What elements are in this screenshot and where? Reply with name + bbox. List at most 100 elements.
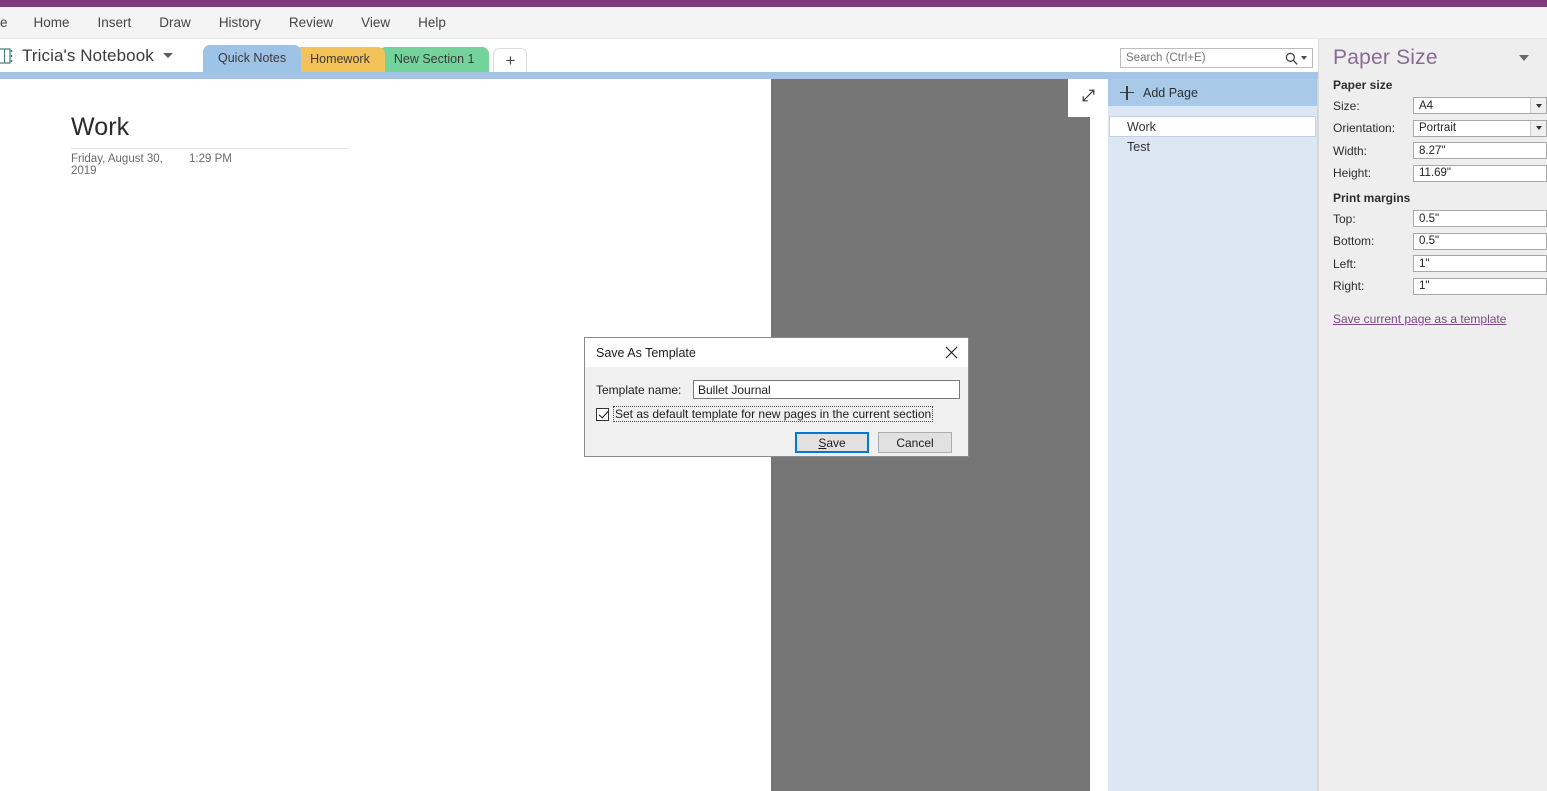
section-color-strip — [0, 72, 1547, 79]
page-list-item[interactable]: Test — [1109, 137, 1316, 158]
page-title[interactable]: Work — [71, 113, 349, 142]
menu-history[interactable]: History — [205, 7, 275, 38]
notebook-title: Tricia's Notebook — [22, 45, 154, 65]
dialog-titlebar: Save As Template — [585, 338, 968, 367]
notebook-selector[interactable]: Tricia's Notebook — [0, 39, 173, 72]
add-section-button[interactable]: + — [493, 48, 528, 72]
plus-icon — [1120, 85, 1134, 100]
orientation-select-chevron-down-icon[interactable] — [1530, 120, 1546, 136]
margin-right-field-value: 1" — [1419, 280, 1430, 292]
tab-label: Quick Notes — [218, 51, 287, 65]
add-page-label: Add Page — [1143, 85, 1198, 100]
menu-draw[interactable]: Draw — [145, 7, 205, 38]
margin-top-field[interactable]: 0.5" — [1413, 210, 1547, 227]
add-page-button[interactable]: Add Page — [1108, 79, 1317, 106]
margin-left-field-row: Left: 1" — [1319, 255, 1547, 272]
height-field-label: Height: — [1333, 166, 1372, 180]
paper-size-select-value: A4 — [1419, 99, 1434, 112]
orientation-select-label: Orientation: — [1333, 121, 1396, 135]
default-template-label[interactable]: Set as default template for new pages in… — [612, 406, 934, 422]
chevron-down-icon[interactable] — [1519, 55, 1529, 61]
section-tab-row: Tricia's Notebook Quick Notes Homework New… — [0, 39, 1547, 72]
page-list: Work Test — [1108, 106, 1317, 158]
margin-left-field-value: 1" — [1419, 257, 1430, 270]
margin-top-field-row: Top: 0.5" — [1319, 210, 1547, 227]
menu-view[interactable]: View — [347, 7, 404, 38]
orientation-select[interactable]: Portrait — [1413, 119, 1547, 137]
margin-left-field-label: Left: — [1333, 256, 1357, 271]
close-icon[interactable] — [934, 338, 968, 367]
ribbon-menubar: ileHomeInsertDrawHistoryReviewViewHelp — [0, 7, 1547, 39]
title-divider — [71, 147, 349, 149]
cancel-button[interactable]: Cancel — [878, 432, 952, 453]
margin-top-field-label: Top: — [1333, 211, 1356, 226]
margin-right-field-row: Right: 1" — [1319, 277, 1547, 295]
template-name-label: Template name: — [596, 382, 682, 397]
title-accent-strip — [0, 0, 1547, 7]
margin-bottom-field-row: Bottom: 0.5" — [1319, 232, 1547, 250]
margin-bottom-field-label: Bottom: — [1333, 234, 1375, 248]
width-field-row: Width: 8.27" — [1319, 142, 1547, 159]
section-tab-quick-notes[interactable]: Quick Notes — [203, 45, 302, 72]
page-list-panel: Add Page Work Test — [1108, 79, 1318, 791]
dialog-title: Save As Template — [596, 345, 696, 360]
menu-home[interactable]: Home — [20, 7, 84, 38]
default-template-checkbox[interactable] — [596, 407, 609, 421]
margin-left-field[interactable]: 1" — [1413, 255, 1547, 272]
menu-review[interactable]: Review — [275, 7, 347, 38]
search-dropdown-icon[interactable] — [1301, 56, 1307, 60]
page-time[interactable]: 1:29 PM — [189, 153, 232, 177]
paper-size-select-chevron-down-icon[interactable] — [1530, 98, 1546, 113]
chevron-down-icon[interactable] — [162, 53, 173, 58]
save-page-as-template-link[interactable]: Save current page as a template — [1333, 312, 1506, 326]
search-input[interactable] — [1121, 49, 1283, 67]
dialog-body: Template name: Set as default template f… — [585, 367, 968, 453]
width-field[interactable]: 8.27" — [1413, 142, 1547, 159]
paper-size-taskpane: Paper Size Paper size Size: A4 Orientation:… — [1318, 39, 1547, 791]
taskpane-title: Paper Size — [1333, 46, 1438, 69]
search-icon[interactable] — [1283, 50, 1300, 66]
notebook-icon — [0, 46, 18, 66]
page-title-block: Work Friday, August 30, 2019 1:29 PM — [71, 113, 349, 177]
default-template-checkbox-row: Set as default template for new pages in… — [596, 406, 960, 422]
height-field-row: Height: 11.69" — [1319, 164, 1547, 182]
page-date[interactable]: Friday, August 30, 2019 — [71, 153, 189, 177]
taskpane-header: Paper Size — [1319, 39, 1547, 74]
page-meta: Friday, August 30, 2019 1:29 PM — [71, 153, 349, 177]
page-list-item[interactable]: Work — [1109, 116, 1316, 137]
dialog-button-row: Save Cancel — [596, 432, 960, 453]
width-field-label: Width: — [1333, 143, 1368, 158]
template-name-row: Template name: — [596, 380, 960, 399]
margin-bottom-field[interactable]: 0.5" — [1413, 232, 1547, 250]
orientation-select-value: Portrait — [1419, 122, 1457, 134]
expand-diagonal-icon — [1080, 87, 1097, 109]
section-tab-homework[interactable]: Homework — [295, 47, 385, 72]
margin-top-field-value: 0.5" — [1419, 212, 1440, 225]
margin-bottom-field-value: 0.5" — [1419, 235, 1440, 247]
template-name-input[interactable] — [693, 380, 960, 399]
expand-panel-button[interactable] — [1068, 79, 1108, 117]
paper-size-select-label: Size: — [1333, 98, 1360, 113]
height-field-value: 11.69" — [1419, 167, 1452, 179]
margin-right-field-label: Right: — [1333, 279, 1365, 293]
tab-label: New Section 1 — [393, 52, 475, 66]
save-button-label-rest: ave — [826, 435, 846, 450]
menu-file[interactable]: ile — [0, 7, 20, 38]
menu-help[interactable]: Help — [404, 7, 460, 38]
taskpane-section-label: Paper size — [1333, 78, 1393, 92]
height-field[interactable]: 11.69" — [1413, 164, 1547, 182]
width-field-value: 8.27" — [1419, 144, 1446, 157]
save-button-label: S — [818, 435, 827, 450]
orientation-select-row: Orientation: Portrait — [1319, 119, 1547, 137]
save-button[interactable]: Save — [795, 432, 869, 453]
save-as-template-dialog: Save As Template Template name: Set as d… — [584, 337, 969, 457]
tab-label: Homework — [310, 52, 370, 66]
margin-right-field[interactable]: 1" — [1413, 277, 1547, 295]
menu-insert[interactable]: Insert — [84, 7, 146, 38]
paper-size-select-row: Size: A4 — [1319, 97, 1547, 114]
search-box[interactable] — [1120, 48, 1313, 68]
paper-size-select[interactable]: A4 — [1413, 97, 1547, 114]
section-tab-new-section-1[interactable]: New Section 1 — [378, 47, 490, 72]
section-tabs: Quick Notes Homework New Section 1 + — [203, 39, 528, 72]
taskpane-section-label: Print margins — [1333, 191, 1411, 205]
